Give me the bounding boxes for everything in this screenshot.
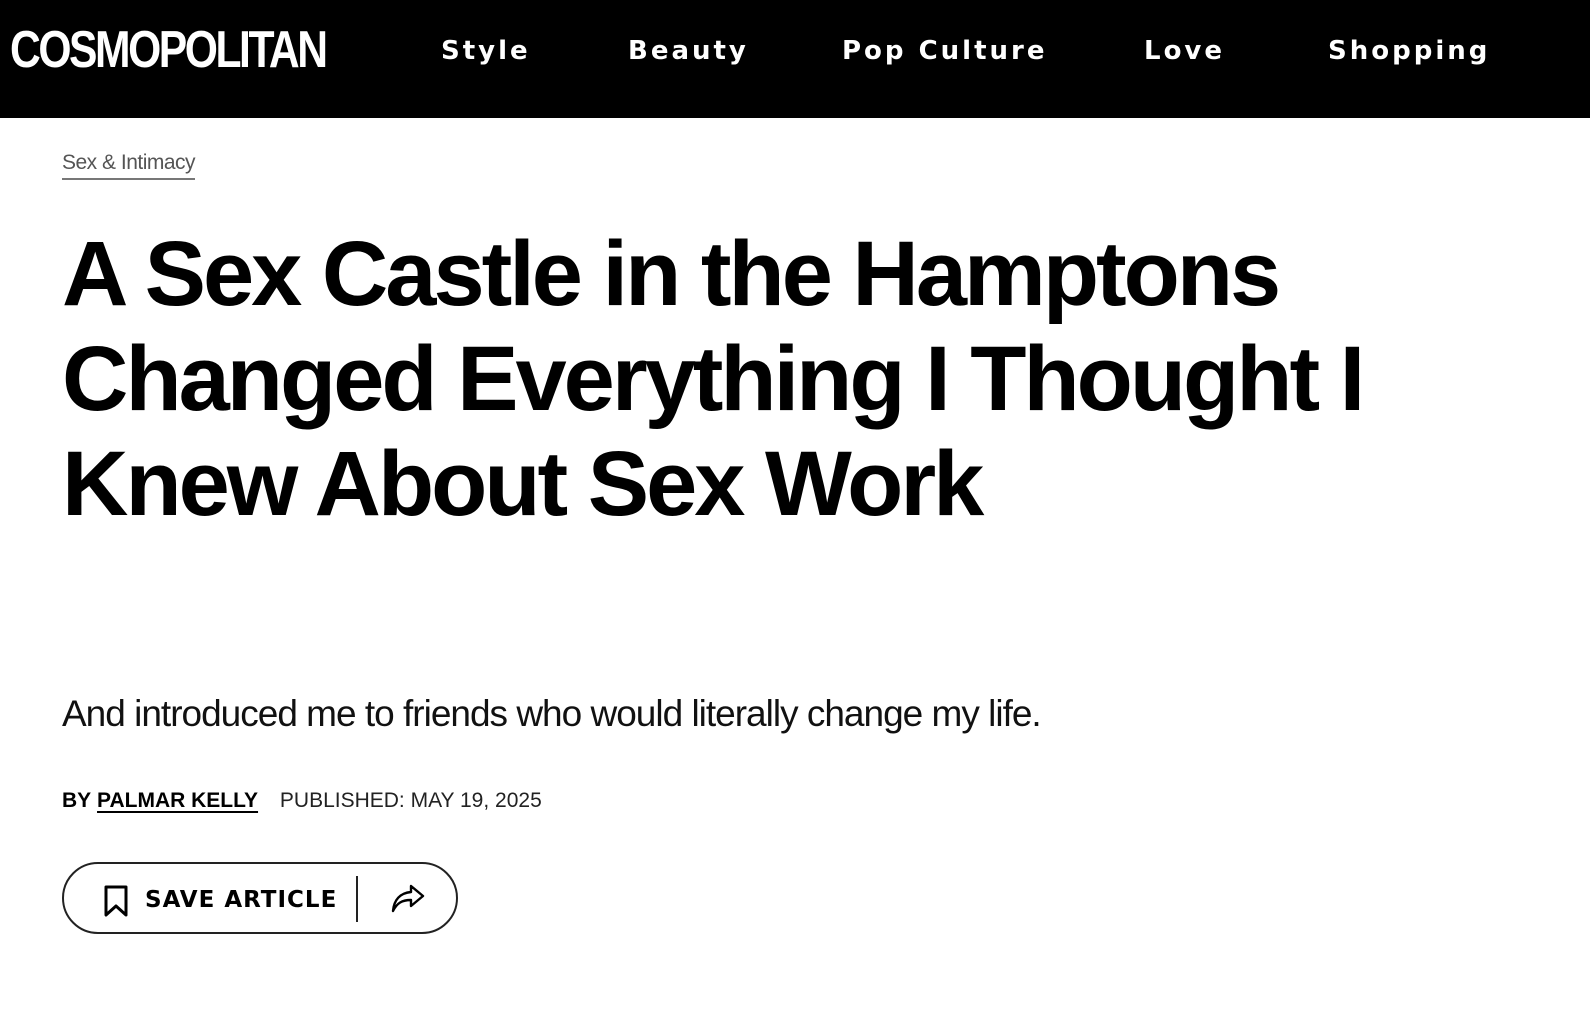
save-article-button[interactable]: SAVE ARTICLE [64, 864, 356, 932]
author-link[interactable]: PALMAR KELLY [97, 789, 258, 812]
byline: BY PALMAR KELLY PUBLISHED: MAY 19, 2025 [62, 788, 542, 814]
article-dek: And introduced me to friends who would l… [62, 693, 1042, 734]
nav-item-pop-culture[interactable]: Pop Culture [842, 36, 1047, 66]
publish-date: PUBLISHED: MAY 19, 2025 [279, 789, 542, 812]
category-link[interactable]: Sex & Intimacy [62, 150, 196, 180]
article-actions: SAVE ARTICLE [62, 862, 458, 934]
nav-item-beauty[interactable]: Beauty [628, 36, 749, 66]
actions-divider [356, 876, 358, 922]
share-button[interactable] [360, 864, 456, 932]
nav-item-love[interactable]: Love [1144, 36, 1225, 66]
nav-item-shopping[interactable]: Shopping [1328, 36, 1490, 66]
article-headline: A Sex Castle in the Hamptons Changed Eve… [62, 223, 1365, 535]
main-nav: Style Beauty Pop Culture Love Shopping [0, 36, 1590, 66]
save-article-label: SAVE ARTICLE [145, 887, 338, 913]
bookmark-icon [102, 884, 130, 918]
site-header: COSMOPOLITAN Style Beauty Pop Culture Lo… [0, 0, 1590, 118]
nav-item-style[interactable]: Style [441, 36, 531, 66]
byline-prefix: BY [62, 789, 92, 812]
